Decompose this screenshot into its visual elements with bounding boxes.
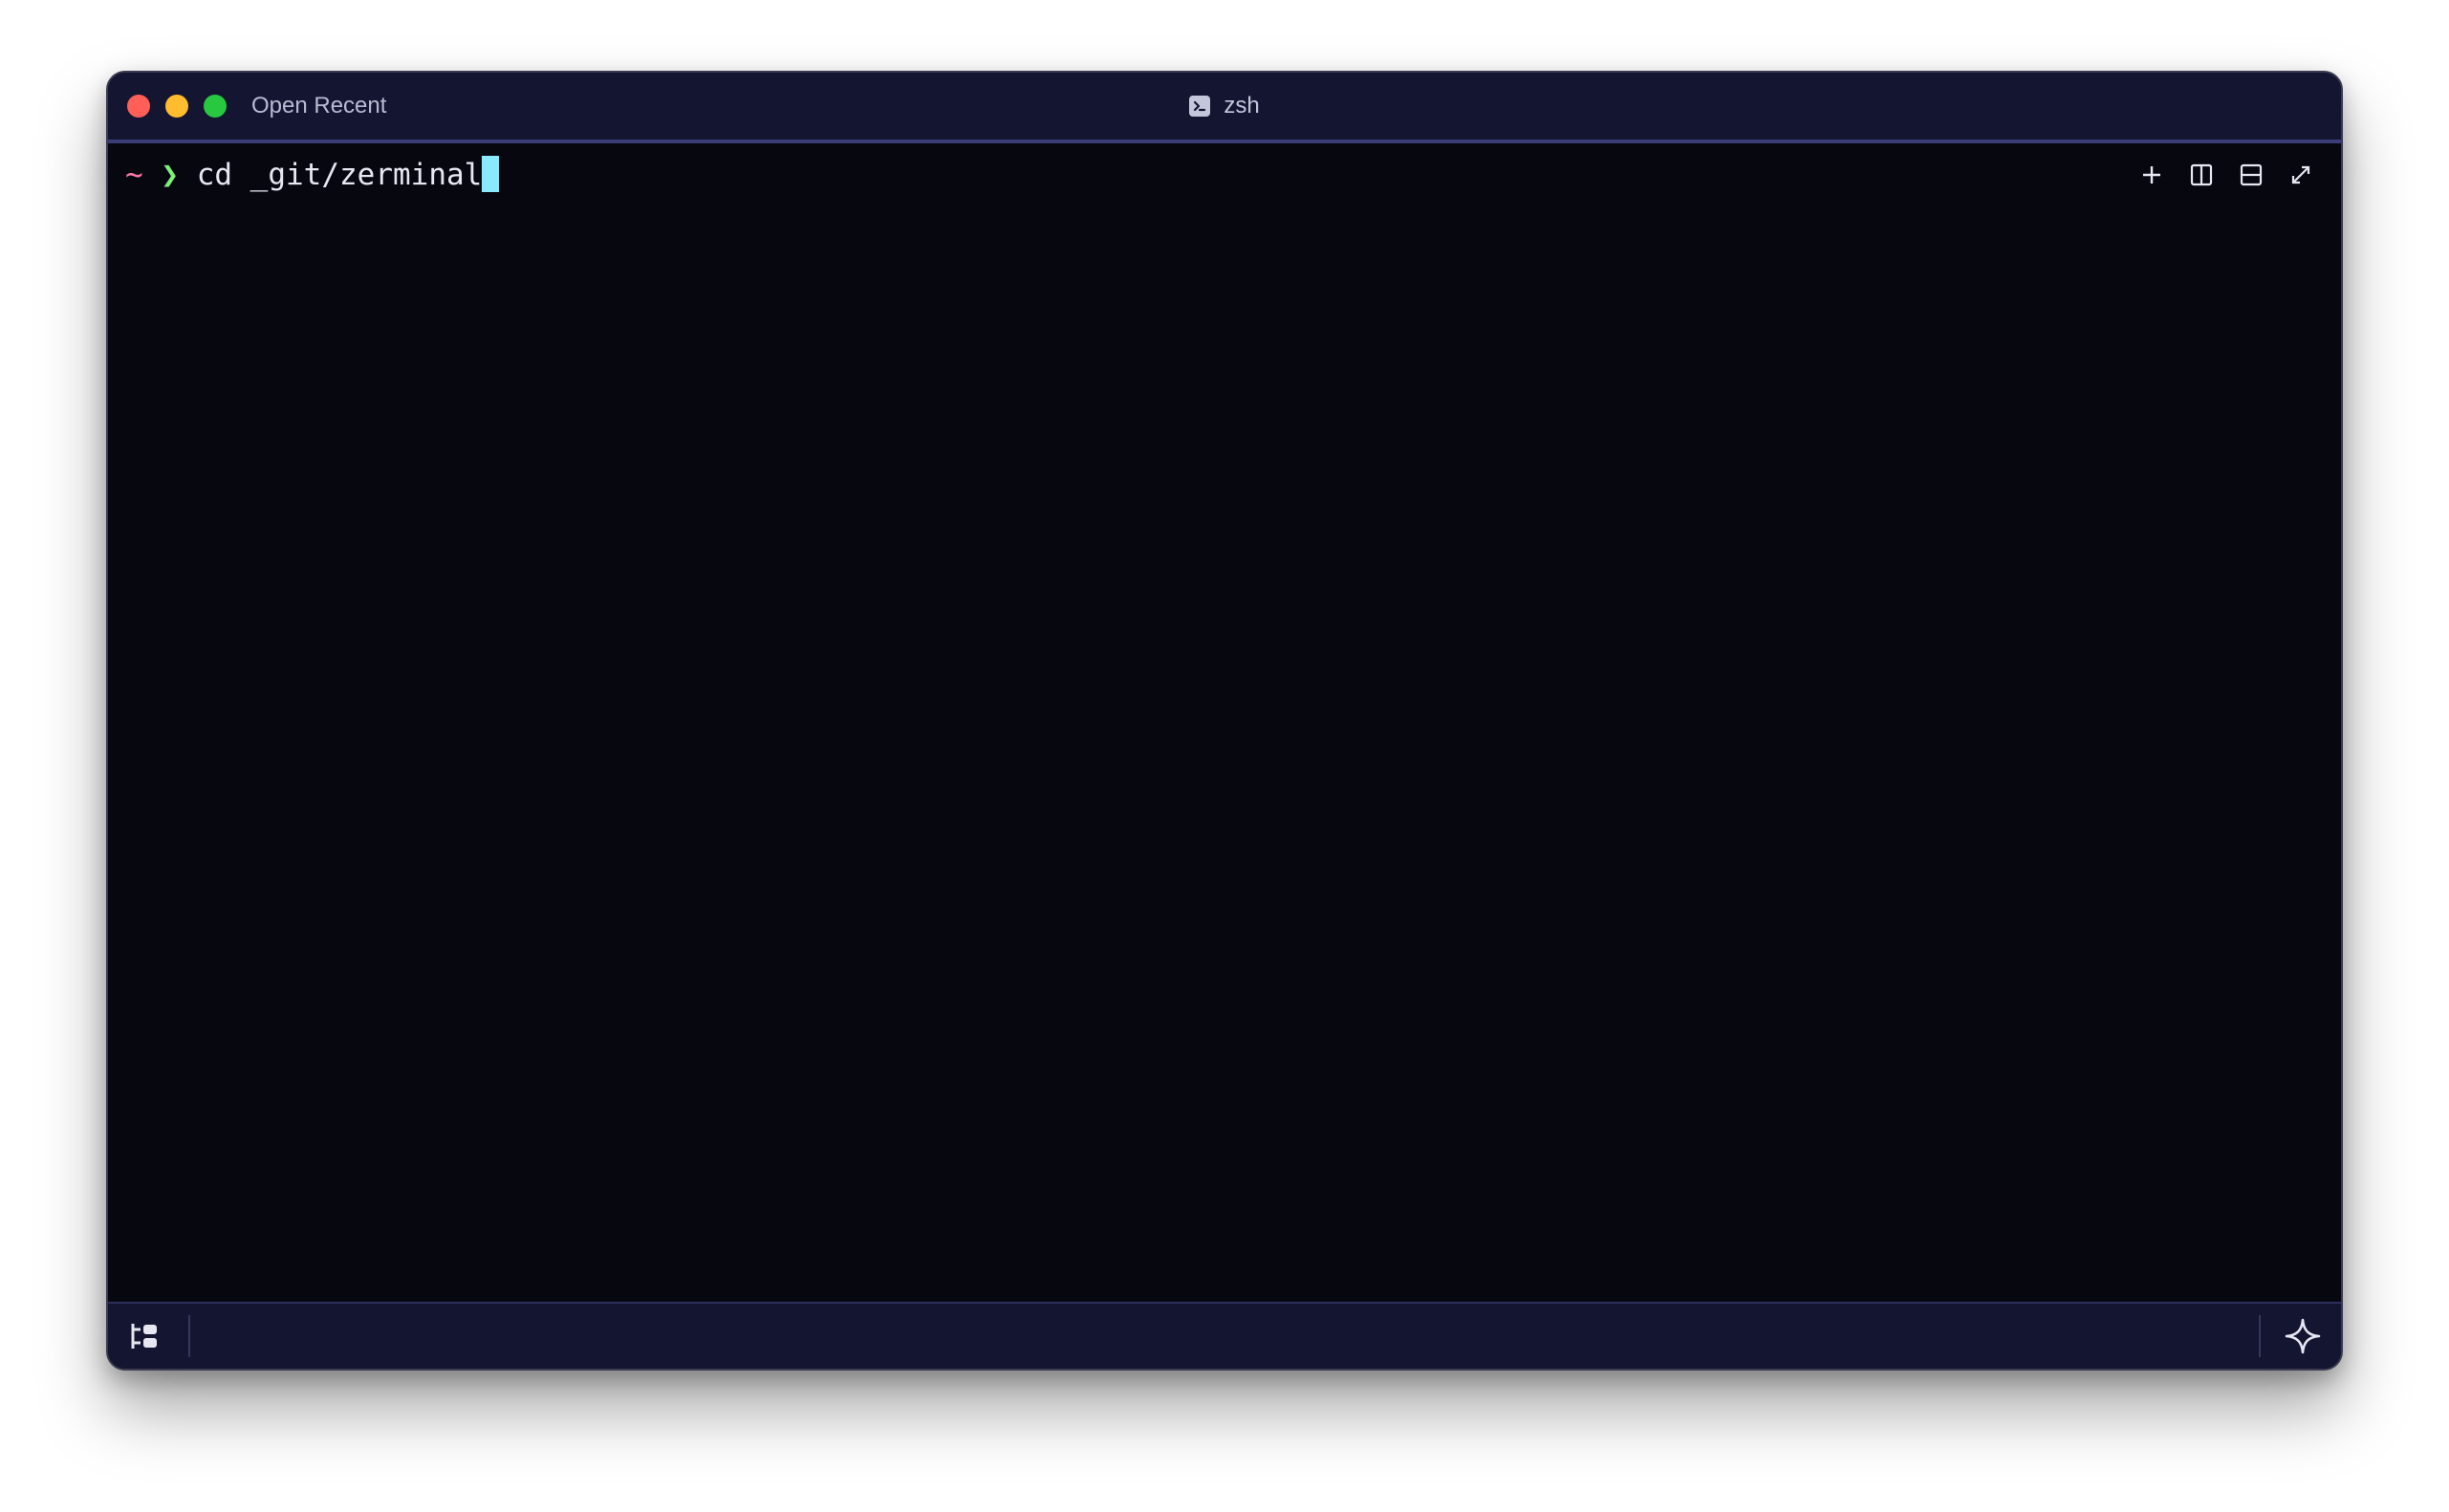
expand-icon bbox=[2291, 165, 2310, 184]
terminal-icon bbox=[1189, 96, 1211, 117]
status-bar bbox=[108, 1302, 2341, 1369]
title-bar[interactable]: Open Recent zsh bbox=[108, 73, 2341, 140]
sparkle-icon bbox=[2285, 1318, 2321, 1354]
terminal-output[interactable]: ~ ❯ cd _git/zerminal bbox=[125, 151, 2150, 1292]
status-divider-left bbox=[188, 1315, 190, 1357]
text-cursor bbox=[482, 156, 500, 192]
tab-title-text: zsh bbox=[1224, 93, 1260, 119]
prompt-directory: ~ bbox=[125, 158, 143, 192]
plus-icon bbox=[2143, 166, 2160, 184]
tree-layout-icon bbox=[131, 1324, 157, 1349]
tree-layout-button[interactable] bbox=[127, 1319, 162, 1353]
split-horizontal-button[interactable] bbox=[2232, 156, 2270, 194]
split-vertical-icon bbox=[2190, 163, 2213, 186]
command-input-text: cd _git/zerminal bbox=[196, 158, 483, 192]
window-title: zsh bbox=[108, 91, 2341, 125]
pane-toolbar bbox=[2133, 151, 2320, 199]
new-pane-button[interactable] bbox=[2133, 156, 2171, 194]
ai-assistant-button[interactable] bbox=[2284, 1317, 2322, 1355]
split-horizontal-icon bbox=[2240, 163, 2263, 186]
prompt-symbol: ❯ bbox=[161, 158, 180, 192]
split-vertical-button[interactable] bbox=[2182, 156, 2221, 194]
terminal-window: Open Recent zsh ~ ❯ cd _git/zerminal bbox=[106, 71, 2343, 1371]
fullscreen-button[interactable] bbox=[2282, 156, 2320, 194]
title-bar-divider bbox=[108, 140, 2341, 143]
status-divider-right bbox=[2259, 1315, 2261, 1357]
